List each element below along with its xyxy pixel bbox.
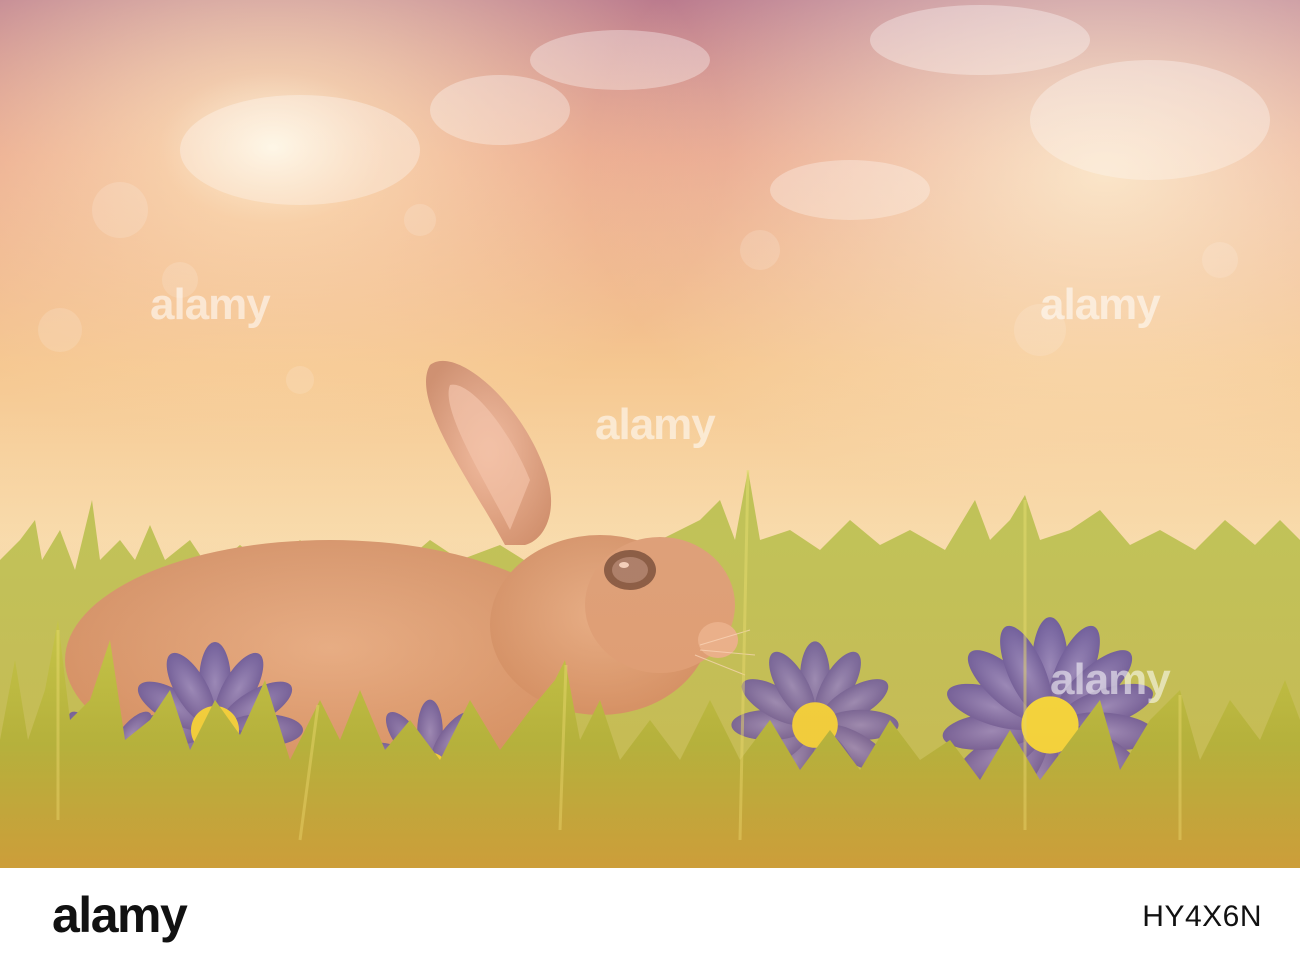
watermark: alamy <box>150 280 271 329</box>
watermark: alamy <box>595 400 716 449</box>
footer-logo: alamy <box>52 886 188 944</box>
image-id-text: HY4X6N <box>1142 900 1262 933</box>
watermark: alamy <box>1040 280 1161 329</box>
stock-image-frame: alamy alamy alamy alamy alamy HY4X6N <box>0 0 1300 956</box>
logo-text: alamy <box>52 887 188 943</box>
footer-bar: alamy HY4X6N <box>0 868 1300 956</box>
photo: alamy alamy alamy alamy <box>0 0 1300 868</box>
watermark: alamy <box>1050 655 1171 704</box>
image-id: HY4X6N <box>1142 900 1262 934</box>
